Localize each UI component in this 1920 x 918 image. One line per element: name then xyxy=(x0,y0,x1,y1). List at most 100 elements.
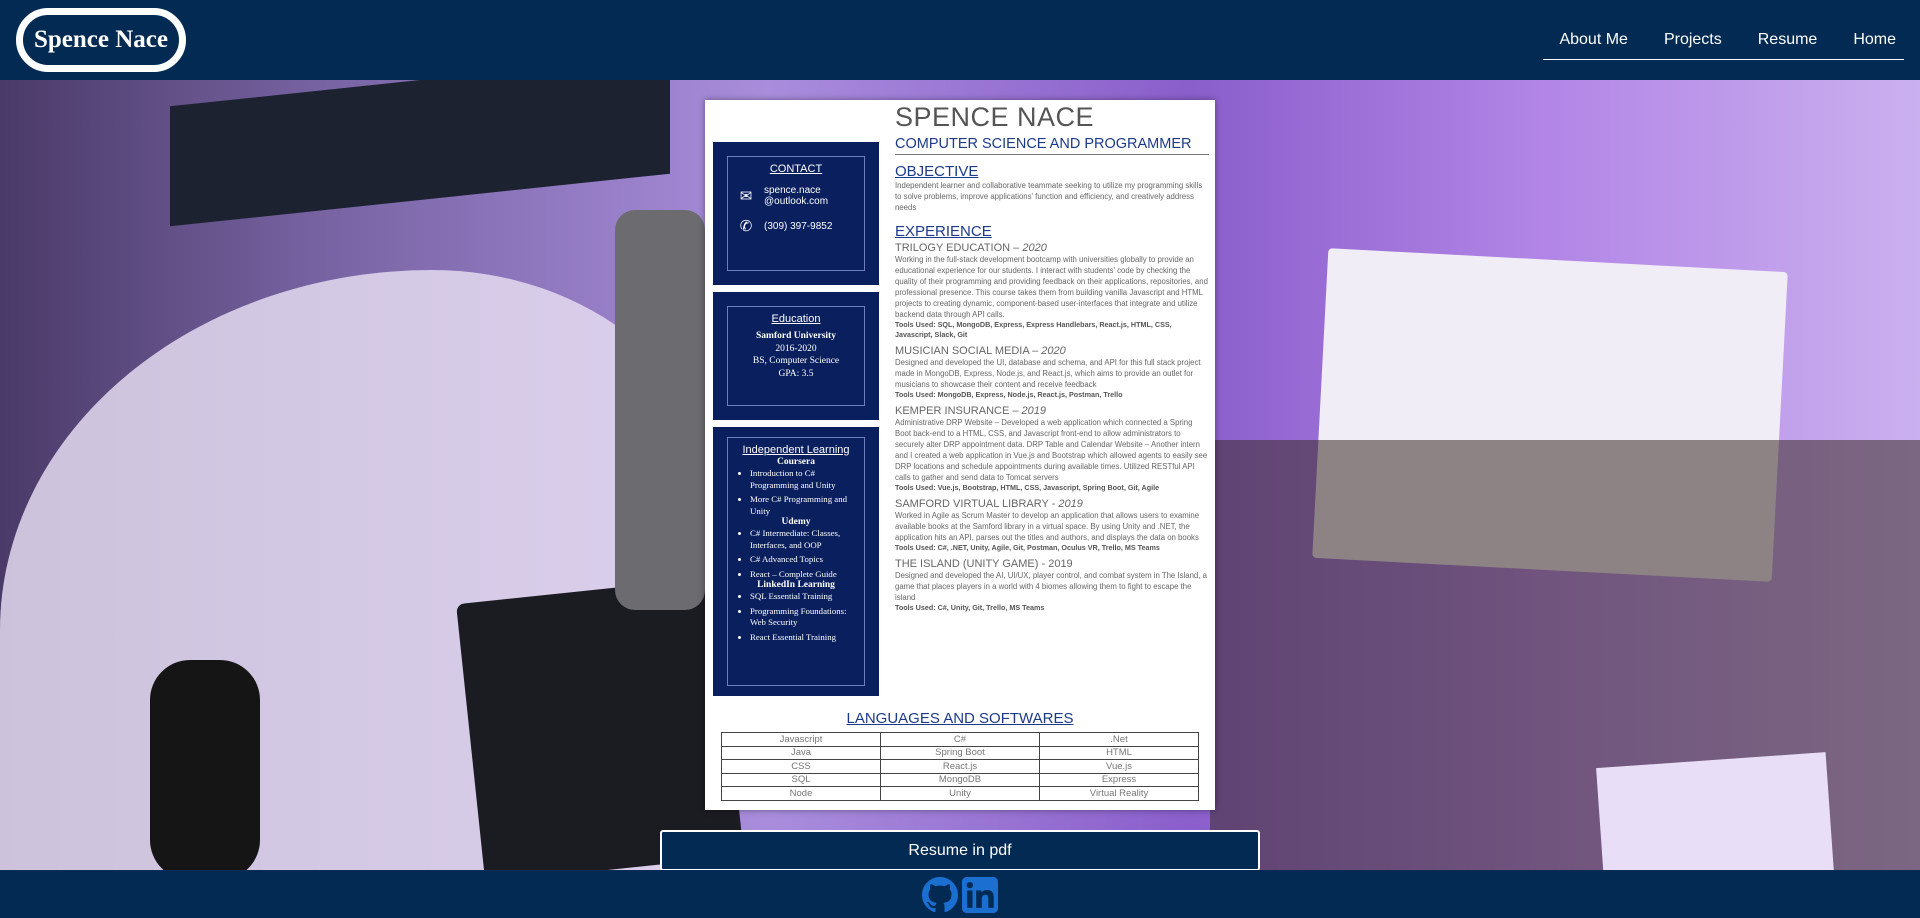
job-title: TRILOGY EDUCATION – 2020 xyxy=(895,242,1209,254)
learning-inner: Independent Learning Coursera Introducti… xyxy=(727,437,865,686)
table-row: CSS React.js Vue.js xyxy=(721,759,1199,774)
education-title: Education xyxy=(771,313,821,325)
table-cell: React.js xyxy=(880,759,1040,774)
job-title-text: TRILOGY EDUCATION – xyxy=(895,242,1023,254)
table-cell: Vue.js xyxy=(1039,759,1199,774)
job-tools: Tools Used: Vue.js, Bootstrap, HTML, CSS… xyxy=(895,483,1160,492)
objective-title: OBJECTIVE xyxy=(895,163,979,180)
brand-logo-button[interactable]: Spence Nace xyxy=(16,8,186,72)
learning-title: Independent Learning xyxy=(742,444,850,456)
nav-projects[interactable]: Projects xyxy=(1664,22,1722,59)
list-item: React – Complete Guide xyxy=(750,569,864,581)
job-entry: SAMFORD VIRTUAL LIBRARY - 2019 Worked in… xyxy=(895,498,1209,553)
education-inner: Education Samford University 2016-2020 B… xyxy=(727,306,865,406)
education-gpa: GPA: 3.5 xyxy=(778,368,814,379)
job-entry: TRILOGY EDUCATION – 2020 Working in the … xyxy=(895,242,1209,340)
table-cell: C# xyxy=(880,732,1040,747)
experience-title: EXPERIENCE xyxy=(895,223,992,240)
udemy-list: C# Intermediate: Classes, Interfaces, an… xyxy=(728,528,864,580)
linkedin-heading: LinkedIn Learning xyxy=(757,580,835,590)
job-year: 2020 xyxy=(1041,345,1066,357)
table-cell: SQL xyxy=(721,772,881,787)
job-title: MUSICIAN SOCIAL MEDIA – 2020 xyxy=(895,345,1209,357)
laptop-shape xyxy=(615,210,705,610)
job-entry: KEMPER INSURANCE – 2019 Administrative D… xyxy=(895,405,1209,493)
email-text: spence.nace @outlook.com xyxy=(764,185,828,207)
job-description: Worked in Agile as Scrum Master to devel… xyxy=(895,511,1200,542)
table-cell: CSS xyxy=(721,759,881,774)
list-item: C# Advanced Topics xyxy=(750,554,864,566)
table-cell: Spring Boot xyxy=(880,745,1040,760)
notepad-shape xyxy=(1596,752,1834,870)
job-title-text: KEMPER INSURANCE – xyxy=(895,405,1022,417)
table-cell: MongoDB xyxy=(880,772,1040,787)
job-year: 2019 xyxy=(1048,558,1073,570)
nav-resume[interactable]: Resume xyxy=(1758,22,1818,59)
resume-preview: CONTACT ✉ spence.nace @outlook.com ✆ (30… xyxy=(705,100,1215,810)
email-line2: @outlook.com xyxy=(764,196,829,207)
table-cell: Node xyxy=(721,786,881,801)
nav-about-me[interactable]: About Me xyxy=(1559,22,1627,59)
list-item: Introduction to C# Programming and Unity xyxy=(750,468,864,491)
resume-pdf-button[interactable]: Resume in pdf xyxy=(660,830,1260,871)
table-row: Java Spring Boot HTML xyxy=(721,745,1199,760)
job-title: KEMPER INSURANCE – 2019 xyxy=(895,405,1209,417)
languages-table: Javascript C# .Net Java Spring Boot HTML… xyxy=(721,732,1199,801)
table-cell: .Net xyxy=(1039,732,1199,747)
job-entry: MUSICIAN SOCIAL MEDIA – 2020 Designed an… xyxy=(895,345,1209,400)
main-nav: About Me Projects Resume Home xyxy=(1543,22,1904,60)
site-footer xyxy=(0,870,1920,918)
linkedin-list: SQL Essential Training Programming Found… xyxy=(728,591,864,643)
coursera-list: Introduction to C# Programming and Unity… xyxy=(728,468,864,517)
list-item: Programming Foundations: Web Security xyxy=(750,606,864,629)
job-tools: Tools Used: C#, Unity, Git, Trello, MS T… xyxy=(895,603,1045,612)
table-cell: HTML xyxy=(1039,745,1199,760)
resume-main-column: SPENCE NACE COMPUTER SCIENCE AND PROGRAM… xyxy=(895,102,1209,613)
job-tools: Tools Used: MongoDB, Express, Node.js, R… xyxy=(895,390,1123,399)
table-cell: Virtual Reality xyxy=(1039,786,1199,801)
phone-row: ✆ (309) 397-9852 xyxy=(736,217,864,235)
nav-home[interactable]: Home xyxy=(1853,22,1896,59)
job-title: THE ISLAND (UNITY GAME) - 2019 xyxy=(895,558,1209,570)
table-cell: Unity xyxy=(880,786,1040,801)
education-school: Samford University xyxy=(756,331,836,341)
job-title-text: MUSICIAN SOCIAL MEDIA – xyxy=(895,345,1042,357)
email-line1: spence.nace xyxy=(764,185,821,196)
job-tools: Tools Used: C#, .NET, Unity, Agile, Git,… xyxy=(895,543,1160,552)
education-years: 2016-2020 xyxy=(775,343,817,354)
udemy-heading: Udemy xyxy=(781,517,811,527)
coursera-heading: Coursera xyxy=(777,457,815,467)
job-title-text: SAMFORD VIRTUAL LIBRARY - xyxy=(895,498,1059,510)
email-row: ✉ spence.nace @outlook.com xyxy=(736,185,864,207)
linkedin-icon[interactable] xyxy=(962,877,998,913)
contact-box: CONTACT ✉ spence.nace @outlook.com ✆ (30… xyxy=(713,142,879,285)
list-item: SQL Essential Training xyxy=(750,591,864,603)
envelope-icon: ✉ xyxy=(739,188,753,205)
list-item: React Essential Training xyxy=(750,632,864,644)
table-row: Node Unity Virtual Reality xyxy=(721,786,1199,801)
job-description: Working in the full-stack development bo… xyxy=(895,255,1208,319)
table-cell: Java xyxy=(721,745,881,760)
job-year: 2019 xyxy=(1021,405,1047,417)
job-description: Administrative DRP Website – Developed a… xyxy=(895,418,1208,482)
education-degree: BS, Computer Science xyxy=(752,356,840,366)
resume-subtitle: COMPUTER SCIENCE AND PROGRAMMER xyxy=(895,136,1209,155)
job-entry: THE ISLAND (UNITY GAME) - 2019 Designed … xyxy=(895,558,1209,613)
github-icon[interactable] xyxy=(922,877,958,913)
site-header: Spence Nace About Me Projects Resume Hom… xyxy=(0,0,1920,80)
job-year: 2019 xyxy=(1058,498,1083,510)
contact-inner: CONTACT ✉ spence.nace @outlook.com ✆ (30… xyxy=(727,156,865,271)
phone-icon: ✆ xyxy=(739,218,753,235)
speaker-shape xyxy=(150,660,260,870)
job-year: 2020 xyxy=(1022,242,1047,254)
languages-title: LANGUAGES AND SOFTWARES xyxy=(846,710,1074,727)
phone-text: (309) 397-9852 xyxy=(764,220,833,232)
table-row: SQL MongoDB Express xyxy=(721,772,1199,787)
monitor-shape xyxy=(170,80,670,227)
list-item: C# Intermediate: Classes, Interfaces, an… xyxy=(750,528,864,551)
table-cell: Express xyxy=(1039,772,1199,787)
job-tools: Tools Used: SQL, MongoDB, Express, Expre… xyxy=(895,320,1172,339)
table-row: Javascript C# .Net xyxy=(721,732,1199,747)
table-cell: Javascript xyxy=(721,732,881,747)
keyboard-shape xyxy=(456,577,744,870)
